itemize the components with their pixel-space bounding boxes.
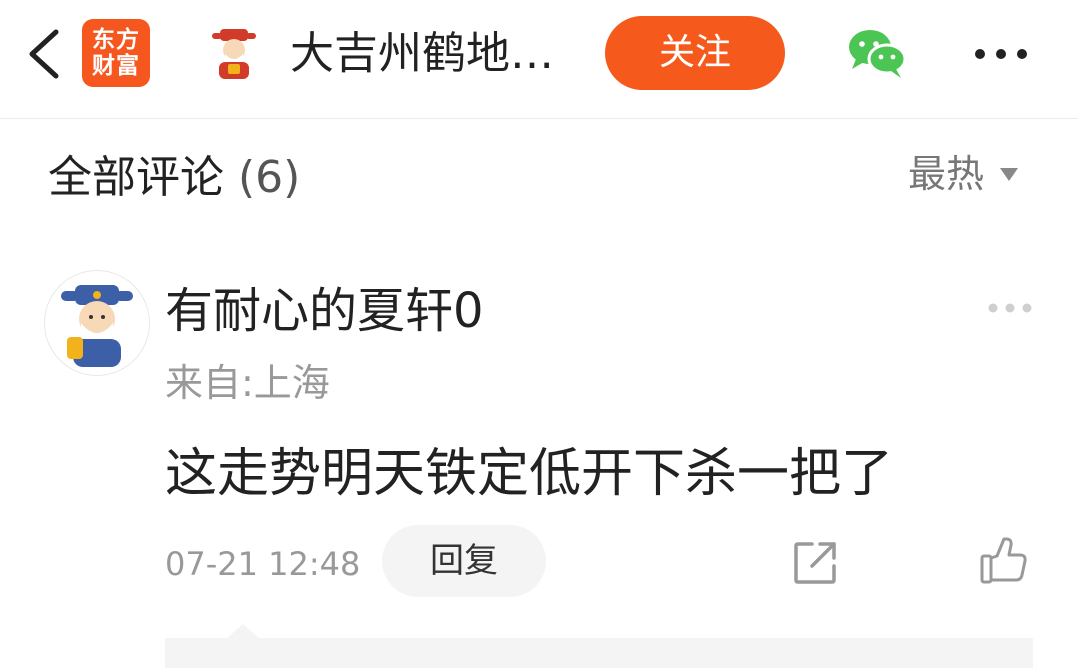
wechat-share-icon[interactable] bbox=[846, 26, 910, 80]
fortune-god-avatar[interactable] bbox=[206, 26, 262, 82]
comments-heading: 全部评论 (6) bbox=[48, 148, 300, 208]
top-nav-bar: 东方 财富 大吉州鹤地… 关注 bbox=[0, 0, 1078, 119]
commenter-avatar[interactable] bbox=[44, 270, 150, 376]
logo-line-2: 财富 bbox=[92, 53, 140, 79]
logo-line-1: 东方 bbox=[92, 27, 140, 53]
sub-reply-pointer bbox=[227, 624, 259, 638]
sort-label: 最热 bbox=[908, 152, 985, 196]
comment-text: 这走势明天铁定低开下杀一把了 bbox=[165, 444, 894, 504]
fortune-god-avatar-icon bbox=[61, 285, 133, 367]
sub-reply-box bbox=[165, 638, 1033, 668]
sort-dropdown[interactable]: 最热 bbox=[908, 146, 1019, 202]
app-logo: 东方 财富 bbox=[82, 19, 150, 87]
comment-more-icon[interactable] bbox=[986, 300, 1034, 316]
comments-count: (6) bbox=[238, 152, 301, 203]
page-title: 大吉州鹤地… bbox=[290, 28, 554, 79]
dropdown-triangle-icon bbox=[1000, 167, 1019, 181]
reply-button[interactable]: 回复 bbox=[382, 525, 546, 597]
more-menu-icon[interactable] bbox=[972, 44, 1030, 64]
follow-button[interactable]: 关注 bbox=[605, 16, 785, 90]
comment-timestamp: 07-21 12:48 bbox=[165, 545, 361, 583]
back-chevron-icon[interactable] bbox=[22, 26, 66, 82]
comment-location: 来自:上海 bbox=[165, 361, 330, 405]
thumbs-up-icon[interactable] bbox=[978, 536, 1028, 586]
share-icon[interactable] bbox=[792, 540, 838, 586]
comments-title: 全部评论 bbox=[48, 152, 224, 203]
comment-username[interactable]: 有耐心的夏轩0 bbox=[165, 280, 484, 342]
